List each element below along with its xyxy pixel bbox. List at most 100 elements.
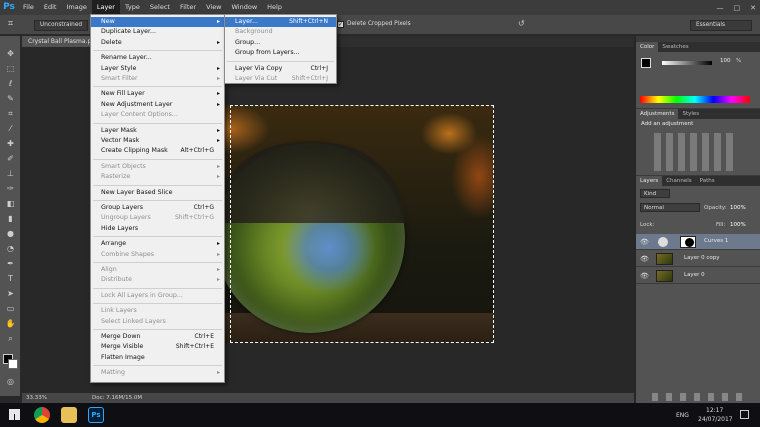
zoom-tool-icon[interactable]: ⌕ <box>4 333 17 344</box>
chrome-icon[interactable] <box>34 407 50 423</box>
layer-row-layer0[interactable]: 👁 Layer 0 <box>636 268 760 284</box>
layers-panel-footer-icons[interactable] <box>652 393 747 401</box>
menu-item-create-clipping-mask[interactable]: Create Clipping Mask Alt+Ctrl+G <box>91 146 224 156</box>
file-explorer-icon[interactable] <box>61 407 77 423</box>
menu-layer[interactable]: Layer <box>91 0 120 15</box>
windows-start-icon[interactable] <box>9 409 20 420</box>
lasso-tool-icon[interactable]: ℓ <box>4 78 17 89</box>
menu-item-layer-via-copy[interactable]: Layer Via Copy Ctrl+J <box>225 64 336 74</box>
eyedropper-tool-icon[interactable]: ⁄ <box>4 123 17 134</box>
menu-window[interactable]: Window <box>227 0 263 15</box>
k-slider[interactable] <box>662 61 712 65</box>
menu-item-vector-mask[interactable]: Vector Mask ▸ <box>91 136 224 146</box>
menu-view[interactable]: View <box>201 0 226 15</box>
tab-paths[interactable]: Paths <box>696 176 719 186</box>
tab-channels[interactable]: Channels <box>662 176 695 186</box>
menu-item-new-fill-layer[interactable]: New Fill Layer ▸ <box>91 89 224 99</box>
blur-tool-icon[interactable]: ● <box>4 228 17 239</box>
menu-item-duplicate-layer[interactable]: Duplicate Layer... <box>91 27 224 37</box>
menu-image[interactable]: Image <box>61 0 91 15</box>
tab-styles[interactable]: Styles <box>678 109 703 119</box>
menu-item-flatten-image[interactable]: Flatten Image <box>91 353 224 363</box>
layer-name[interactable]: Layer 0 <box>684 272 705 278</box>
document-image[interactable] <box>195 105 494 343</box>
clock-time[interactable]: 12:17 <box>706 407 723 414</box>
workspace-select[interactable]: Essentials <box>690 20 752 31</box>
menu-item-new-layer-based-slice[interactable]: New Layer Based Slice <box>91 188 224 198</box>
eye-icon[interactable]: 👁 <box>640 272 649 280</box>
menu-file[interactable]: File <box>18 0 39 15</box>
path-select-tool-icon[interactable]: ➤ <box>4 288 17 299</box>
tab-color[interactable]: Color <box>636 42 659 52</box>
close-button[interactable]: ✕ <box>750 4 756 12</box>
stamp-tool-icon[interactable]: ⊥ <box>4 168 17 179</box>
move-tool-icon[interactable]: ✥ <box>4 48 17 59</box>
menu-item-delete[interactable]: Delete ▸ <box>91 38 224 48</box>
menu-item-merge-visible[interactable]: Merge Visible Shift+Ctrl+E <box>91 342 224 352</box>
layer-name[interactable]: Layer 0 copy <box>684 255 719 261</box>
menu-item-new[interactable]: New ▸ <box>91 17 224 27</box>
layer-mask-thumbnail[interactable] <box>680 236 696 248</box>
menu-item-rename-layer[interactable]: Rename Layer... <box>91 53 224 63</box>
brush-tool-icon[interactable]: ✐ <box>4 153 17 164</box>
menu-item-layer[interactable]: Layer... Shift+Ctrl+N <box>225 17 336 27</box>
menu-filter[interactable]: Filter <box>175 0 201 15</box>
menu-help[interactable]: Help <box>262 0 287 15</box>
color-fg-swatch[interactable] <box>641 58 651 68</box>
blend-mode-select[interactable]: Normal <box>640 203 700 212</box>
layer-row-curves[interactable]: 👁 Curves 1 <box>636 234 760 250</box>
layer-filter-select[interactable]: Kind <box>640 189 670 198</box>
gradient-tool-icon[interactable]: ▮ <box>4 213 17 224</box>
opacity-value[interactable]: 100% <box>730 205 746 211</box>
menu-item-group-layers[interactable]: Group Layers Ctrl+G <box>91 203 224 213</box>
constrain-select[interactable]: Unconstrained <box>34 20 88 31</box>
menu-item-merge-down[interactable]: Merge Down Ctrl+E <box>91 332 224 342</box>
photoshop-taskbar-icon[interactable]: Ps <box>88 407 104 423</box>
fill-value[interactable]: 100% <box>730 222 746 228</box>
shape-tool-icon[interactable]: ▭ <box>4 303 17 314</box>
marquee-tool-icon[interactable]: ⬚ <box>4 63 17 74</box>
menu-item-hide-layers[interactable]: Hide Layers <box>91 224 224 234</box>
quick-mask-icon[interactable]: ◎ <box>4 376 17 387</box>
menu-item-layer-style[interactable]: Layer Style ▸ <box>91 64 224 74</box>
reset-icon[interactable]: ↺ <box>518 19 525 28</box>
adjustment-icons[interactable] <box>654 133 738 171</box>
crop-tool-icon[interactable]: ⌗ <box>8 19 13 29</box>
eye-icon[interactable]: 👁 <box>640 238 649 246</box>
eye-icon[interactable]: 👁 <box>640 255 649 263</box>
eraser-tool-icon[interactable]: ◧ <box>4 198 17 209</box>
menu-item-label: Lock All Layers in Group... <box>101 291 183 299</box>
notifications-icon[interactable] <box>740 410 749 419</box>
menu-item-group[interactable]: Group... <box>225 38 336 48</box>
dodge-tool-icon[interactable]: ◔ <box>4 243 17 254</box>
menu-item-label: Select Linked Layers <box>101 317 166 325</box>
delete-cropped-checkbox[interactable]: ✓ <box>337 21 344 28</box>
menu-edit[interactable]: Edit <box>39 0 62 15</box>
healing-tool-icon[interactable]: ✚ <box>4 138 17 149</box>
background-color-swatch[interactable] <box>8 359 18 369</box>
menu-select[interactable]: Select <box>145 0 175 15</box>
menu-item-arrange[interactable]: Arrange ▸ <box>91 239 224 249</box>
type-tool-icon[interactable]: T <box>4 273 17 284</box>
maximize-button[interactable]: □ <box>734 4 741 12</box>
hand-tool-icon[interactable]: ✋ <box>4 318 17 329</box>
color-spectrum[interactable] <box>640 96 750 103</box>
language-indicator[interactable]: ENG <box>676 412 689 419</box>
tab-adjustments[interactable]: Adjustments <box>636 109 679 119</box>
k-value[interactable]: 100 <box>720 58 731 64</box>
menu-item-new-adjustment-layer[interactable]: New Adjustment Layer ▸ <box>91 100 224 110</box>
minimize-button[interactable]: — <box>717 4 724 12</box>
crop-tool-icon[interactable]: ⌗ <box>4 108 17 119</box>
menu-item-layer-mask[interactable]: Layer Mask ▸ <box>91 126 224 136</box>
tab-layers[interactable]: Layers <box>636 176 663 186</box>
tab-swatches[interactable]: Swatches <box>658 42 692 52</box>
layer-name[interactable]: Curves 1 <box>704 238 728 244</box>
menu-item-group-from-layers[interactable]: Group from Layers... <box>225 48 336 58</box>
layer-row-layer0-copy[interactable]: 👁 Layer 0 copy <box>636 251 760 267</box>
zoom-level[interactable]: 33.33% <box>26 395 47 401</box>
clock-date[interactable]: 24/07/2017 <box>698 416 733 423</box>
quick-select-tool-icon[interactable]: ✎ <box>4 93 17 104</box>
pen-tool-icon[interactable]: ✒ <box>4 258 17 269</box>
menu-type[interactable]: Type <box>120 0 145 15</box>
history-brush-tool-icon[interactable]: ✑ <box>4 183 17 194</box>
